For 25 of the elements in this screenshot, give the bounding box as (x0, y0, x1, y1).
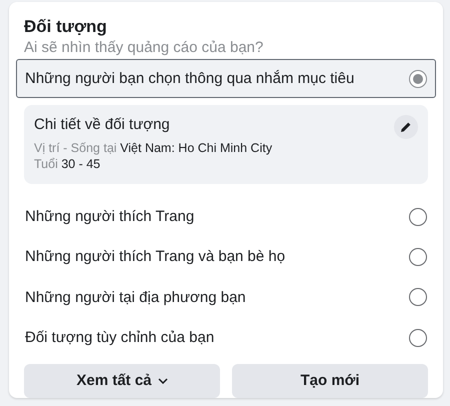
radio-button[interactable] (409, 208, 427, 226)
create-button[interactable]: Tạo mới (232, 364, 428, 398)
option-label: Những người thích Trang và bạn bè họ (25, 248, 286, 266)
pencil-icon (400, 121, 412, 134)
option-label: Những người thích Trang (25, 208, 194, 226)
radio-button[interactable] (409, 248, 427, 266)
option-label: Những người tại địa phương bạn (25, 288, 246, 306)
audience-option[interactable]: Đối tượng tùy chỉnh của bạn (16, 318, 436, 358)
audience-option[interactable]: Những người tại địa phương bạn (16, 277, 436, 318)
radio-button[interactable] (409, 288, 427, 306)
audience-option[interactable]: Những người thích Trang (16, 196, 436, 237)
radio-button[interactable] (409, 328, 427, 347)
audience-option[interactable]: Những người thích Trang và bạn bè họ (16, 236, 436, 278)
details-line: Tuổi 30 - 45 (34, 156, 102, 172)
edit-button[interactable] (394, 115, 418, 140)
section-title: Đối tượng (24, 16, 107, 38)
audience-option[interactable]: Những người bạn chọn thông qua nhắm mục tiêu (16, 59, 436, 98)
see-all-button[interactable]: Xem tất cả (24, 364, 220, 398)
chevron-down-icon (158, 378, 168, 384)
details-title: Chi tiết về đối tượng (34, 115, 171, 136)
section-subtitle: Ai sẽ nhìn thấy quảng cáo của bạn? (24, 38, 264, 58)
details-line: Vị trí - Sống tại Việt Nam: Ho Chi Minh City (34, 140, 272, 156)
option-label: Đối tượng tùy chỉnh của bạn (25, 329, 214, 346)
option-label: Những người bạn chọn thông qua nhắm mục tiêu (25, 70, 354, 88)
radio-button[interactable] (409, 70, 427, 88)
